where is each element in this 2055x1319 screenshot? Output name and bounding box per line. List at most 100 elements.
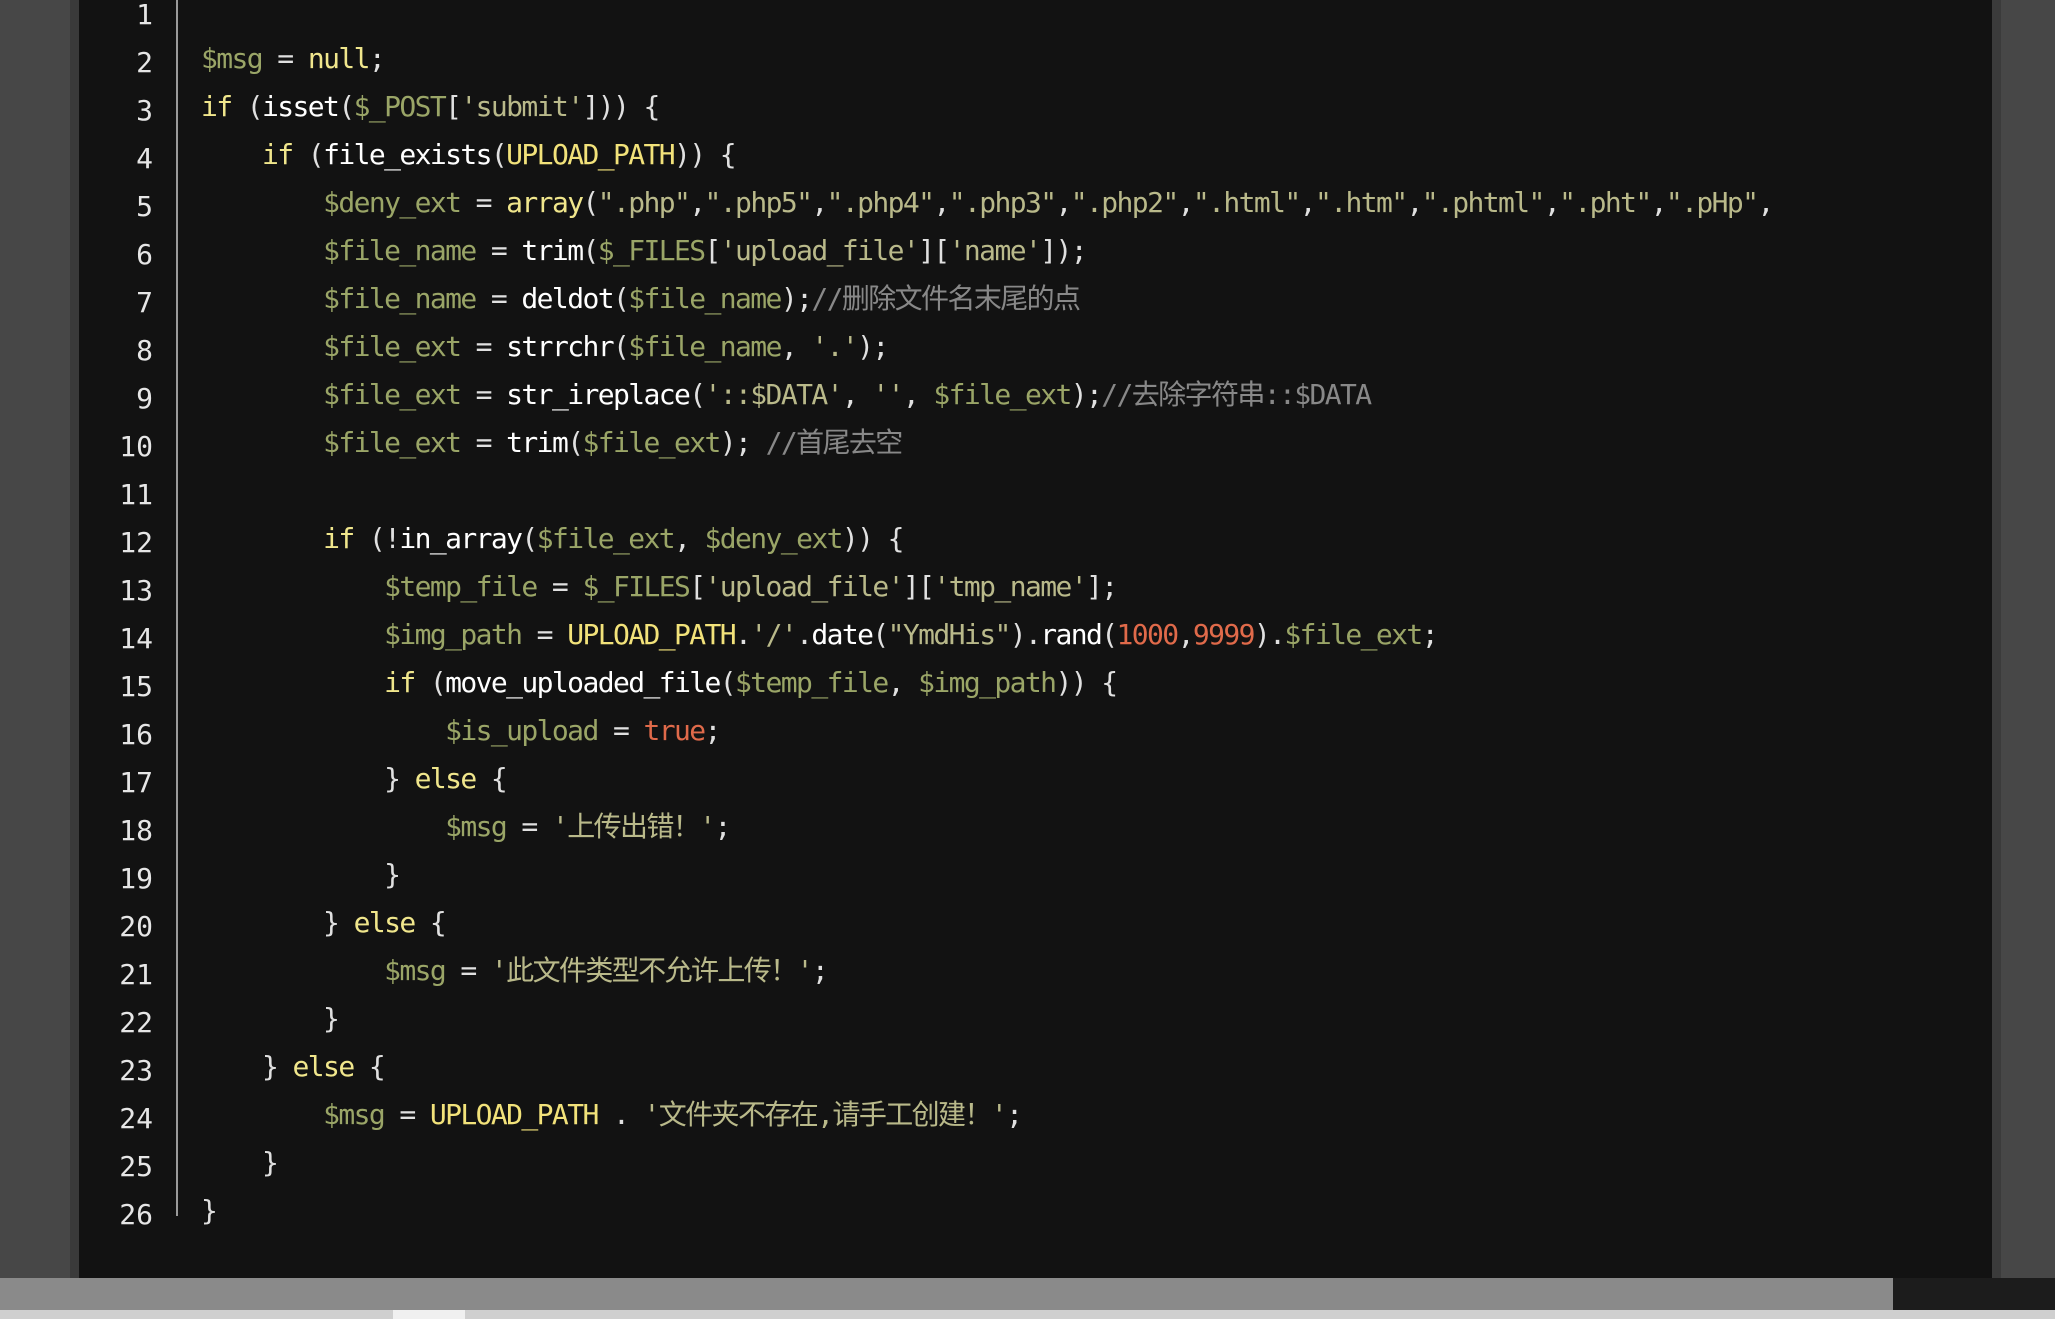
code-line[interactable]: 5 $deny_ext = array(".php",".php5",".php…: [79, 179, 1992, 227]
code-text: } else {: [201, 1043, 386, 1091]
code-line[interactable]: 24 $msg = UPLOAD_PATH . '文件夹不存在,请手工创建！';: [79, 1091, 1992, 1139]
code-line[interactable]: 1: [79, 0, 1992, 35]
line-number: 17: [119, 766, 153, 799]
code-token: (: [567, 426, 584, 459]
code-token: ,: [933, 186, 950, 219]
code-token: (: [872, 618, 889, 651]
line-number: 5: [136, 190, 153, 223]
code-token: $msg: [384, 954, 447, 987]
code-line[interactable]: 23 } else {: [79, 1043, 1992, 1091]
code-token: (: [414, 666, 447, 699]
line-number: 23: [119, 1054, 153, 1087]
code-line[interactable]: 20 } else {: [79, 899, 1992, 947]
code-token: $file_name: [628, 282, 782, 315]
code-line[interactable]: 19 }: [79, 851, 1992, 899]
code-token: //首尾去空: [765, 426, 904, 459]
code-line[interactable]: 14 $img_path = UPLOAD_PATH.'/'.date("Ymd…: [79, 611, 1992, 659]
code-token: (: [582, 186, 599, 219]
code-line[interactable]: 22 }: [79, 995, 1992, 1043]
code-token: ,: [1055, 186, 1073, 219]
code-line[interactable]: 6 $file_name = trim($_FILES['upload_file…: [79, 227, 1992, 275]
code-token: );: [719, 426, 766, 459]
code-token: [: [445, 90, 462, 123]
code-text: if (move_uploaded_file($temp_file, $img_…: [201, 659, 1118, 707]
code-token: '文件夹不存在,请手工创建！': [643, 1098, 1008, 1131]
horizontal-scrollbar-thumb[interactable]: [0, 1278, 1893, 1310]
code-line[interactable]: 7 $file_name = deldot($file_name);//删除文件…: [79, 275, 1992, 323]
code-text: if (isset($_POST['submit'])) {: [201, 83, 660, 131]
code-token: =: [384, 1098, 430, 1131]
code-token: }: [201, 906, 354, 939]
code-token: $msg: [201, 42, 264, 75]
code-token: '此文件类型不允许上传！': [490, 954, 814, 987]
code-line[interactable]: 21 $msg = '此文件类型不允许上传！';: [79, 947, 1992, 995]
code-token: ".php": [597, 186, 691, 219]
code-line[interactable]: 2 $msg = null;: [79, 35, 1992, 83]
code-line[interactable]: 4 if (file_exists(UPLOAD_PATH)) {: [79, 131, 1992, 179]
line-number: 18: [119, 814, 153, 847]
code-line[interactable]: 12 if (!in_array($file_ext, $deny_ext)) …: [79, 515, 1992, 563]
code-token: 'upload_file': [704, 570, 905, 603]
code-token: (!: [353, 522, 401, 555]
code-token: ".htm": [1314, 186, 1408, 219]
code-token: (: [231, 90, 264, 123]
vertical-scrollbar[interactable]: [1992, 0, 2055, 1278]
code-token: $is_upload: [445, 714, 599, 747]
code-token: $deny_ext: [704, 522, 844, 555]
code-token: {: [353, 1050, 386, 1083]
line-number: 16: [119, 718, 153, 751]
code-line[interactable]: 13 $temp_file = $_FILES['upload_file']['…: [79, 563, 1992, 611]
line-number: 3: [136, 94, 153, 127]
code-text: }: [201, 995, 340, 1043]
code-token: ,: [887, 666, 919, 699]
code-token: ;: [714, 810, 731, 843]
code-line[interactable]: 11: [79, 467, 1992, 515]
code-token: ])) {: [582, 90, 660, 123]
code-text: $is_upload = true;: [201, 707, 721, 755]
code-token: =: [262, 42, 308, 75]
code-token: 'upload_file': [719, 234, 920, 267]
code-line[interactable]: 9 $file_ext = str_ireplace('::$DATA', ''…: [79, 371, 1992, 419]
code-token: '.': [811, 330, 858, 363]
code-line[interactable]: 18 $msg = '上传出错！';: [79, 803, 1992, 851]
code-token: ];: [1085, 570, 1118, 603]
code-token: )) {: [1055, 666, 1118, 699]
code-token: null: [307, 42, 371, 75]
code-token: ,: [811, 186, 828, 219]
code-token: ;: [368, 42, 386, 75]
code-line[interactable]: 10 $file_ext = trim($file_ext); //首尾去空: [79, 419, 1992, 467]
code-line[interactable]: 25 }: [79, 1139, 1992, 1187]
code-token: "YmdHis": [887, 618, 1012, 651]
line-number: 11: [119, 478, 153, 511]
code-token: $file_name: [323, 234, 477, 267]
code-token: [: [689, 570, 706, 603]
code-token: $temp_file: [384, 570, 538, 603]
code-token: '/': [750, 618, 797, 651]
code-token: ]);: [1040, 234, 1087, 267]
code-token: true: [643, 714, 706, 747]
code-line[interactable]: 8 $file_ext = strrchr($file_name, '.');: [79, 323, 1992, 371]
code-line[interactable]: 26}: [79, 1187, 1992, 1235]
code-line[interactable]: 3 if (isset($_POST['submit'])) {: [79, 83, 1992, 131]
code-token: 'tmp_name': [933, 570, 1087, 603]
line-number: 21: [119, 958, 153, 991]
line-number: 26: [119, 1198, 153, 1231]
code-token: }: [201, 1146, 279, 1179]
code-token: trim: [521, 234, 584, 267]
code-token: ".phtml": [1421, 186, 1546, 219]
code-line[interactable]: 17 } else {: [79, 755, 1992, 803]
code-token: =: [475, 234, 522, 267]
code-line[interactable]: 16 $is_upload = true;: [79, 707, 1992, 755]
code-token: array: [506, 186, 584, 219]
code-line[interactable]: 15 if (move_uploaded_file($temp_file, $i…: [79, 659, 1992, 707]
vertical-scrollbar-edge: [1992, 0, 2001, 1278]
code-editor[interactable]: 1 2 $msg = null; 3 if (isset($_POST['submit'…: [79, 0, 1992, 1278]
code-token: $_POST: [353, 90, 447, 123]
code-token: if: [323, 522, 355, 555]
code-token: .: [735, 618, 752, 651]
